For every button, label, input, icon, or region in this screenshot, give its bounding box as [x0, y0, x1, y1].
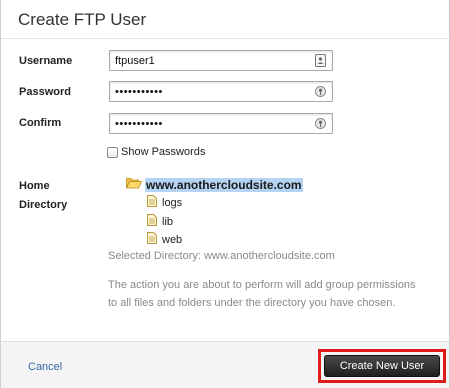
tree-root-item[interactable]: www.anothercloudsite.com — [125, 176, 303, 194]
tree-item-label: lib — [162, 215, 174, 228]
tree-item-web[interactable]: web — [147, 232, 182, 247]
tree-item-label: web — [162, 233, 183, 246]
password-input[interactable] — [109, 81, 333, 102]
title-divider — [1, 38, 449, 39]
confirm-label: Confirm — [19, 117, 62, 129]
permissions-notice: The action you are about to perform will… — [108, 279, 416, 309]
username-label: Username — [19, 55, 73, 67]
file-icon — [147, 214, 157, 229]
create-new-user-button[interactable]: Create New User — [324, 355, 440, 377]
tree-item-label: logs — [162, 196, 183, 209]
show-passwords-checkbox[interactable] — [107, 146, 118, 158]
file-icon — [147, 232, 157, 247]
cancel-link[interactable]: Cancel — [28, 361, 62, 373]
show-passwords-label: Show Passwords — [121, 146, 206, 158]
dialog-title: Create FTP User — [18, 10, 147, 29]
show-passwords-toggle[interactable]: Show Passwords — [107, 146, 205, 158]
confirm-password-input[interactable] — [109, 113, 333, 134]
contact-card-icon[interactable] — [315, 54, 326, 67]
password-key-icon[interactable] — [315, 117, 326, 130]
home-directory-label-line1: Home — [19, 180, 50, 192]
tree-root-label: www.anothercloudsite.com — [145, 178, 303, 192]
password-label: Password — [19, 86, 71, 98]
tree-item-logs[interactable]: logs — [147, 195, 182, 210]
create-ftp-user-dialog: Create FTP User Username Password Confir… — [0, 0, 450, 388]
username-input[interactable] — [109, 50, 333, 71]
password-key-icon[interactable] — [315, 85, 326, 98]
tree-item-lib[interactable]: lib — [147, 214, 173, 229]
home-directory-label-line2: Directory — [19, 199, 68, 211]
file-icon — [147, 195, 157, 210]
selected-directory-text: Selected Directory: www.anothercloudsite… — [108, 250, 335, 262]
folder-open-icon — [125, 176, 143, 194]
